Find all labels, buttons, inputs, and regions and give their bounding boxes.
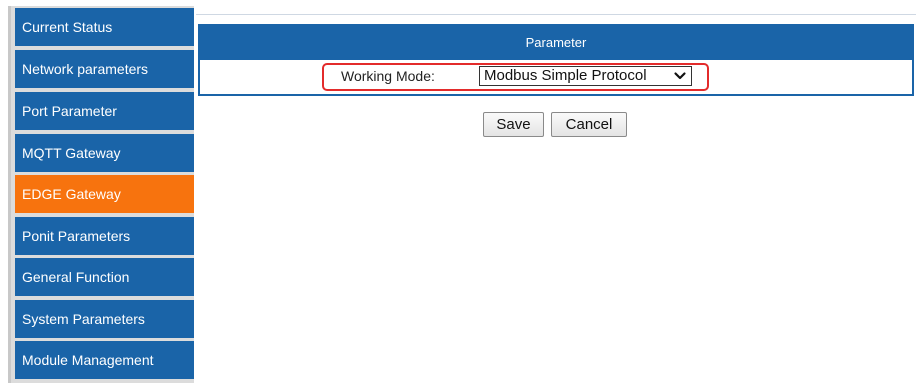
sidebar-item-ponit-parameters[interactable]: Ponit Parameters [15, 217, 194, 255]
panel-title: Parameter [200, 26, 912, 60]
sidebar-item-edge-gateway[interactable]: EDGE Gateway [15, 175, 194, 213]
top-divider [196, 14, 916, 15]
sidebar-item-current-status[interactable]: Current Status [15, 8, 194, 46]
sidebar-item-general-function[interactable]: General Function [15, 258, 194, 296]
cancel-button[interactable]: Cancel [551, 112, 627, 137]
sidebar-item-network-parameters[interactable]: Network parameters [15, 50, 194, 88]
working-mode-label: Working Mode: [341, 68, 435, 84]
save-button[interactable]: Save [483, 112, 544, 137]
working-mode-value: Modbus Simple Protocol [484, 67, 647, 84]
sidebar-item-port-parameter[interactable]: Port Parameter [15, 92, 194, 130]
working-mode-row: Working Mode: Modbus Simple Protocol [200, 60, 912, 94]
chevron-down-icon [674, 72, 686, 80]
sidebar-item-system-parameters[interactable]: System Parameters [15, 300, 194, 338]
sidebar-nav: Current Status Network parameters Port P… [8, 6, 194, 383]
working-mode-select[interactable]: Modbus Simple Protocol [479, 66, 692, 86]
sidebar-item-module-management[interactable]: Module Management [15, 341, 194, 379]
parameter-panel: Parameter Working Mode: Modbus Simple Pr… [198, 24, 914, 96]
page: Current Status Network parameters Port P… [0, 0, 916, 383]
sidebar-item-mqtt-gateway[interactable]: MQTT Gateway [15, 134, 194, 172]
